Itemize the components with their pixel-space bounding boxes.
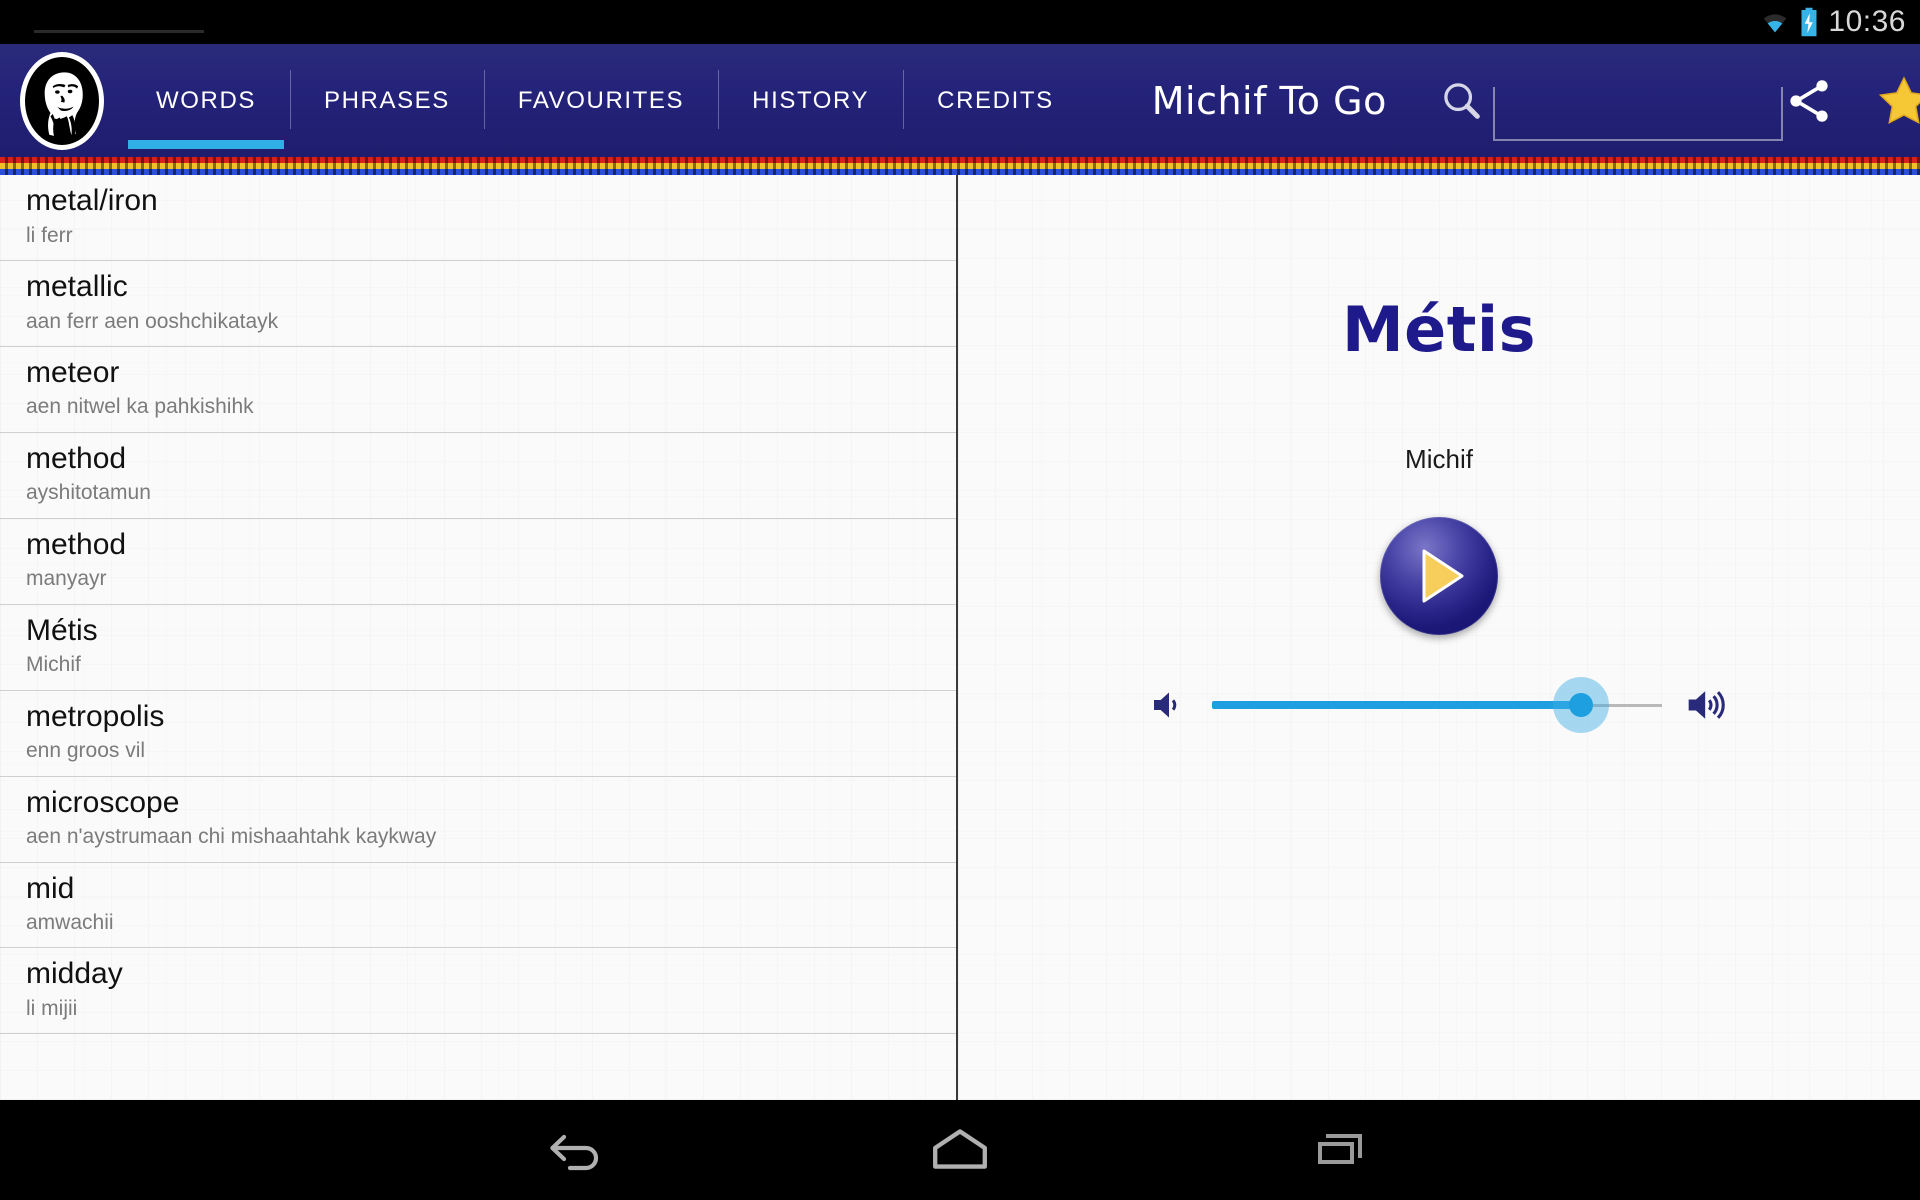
- word-detail-panel: Métis Michif: [958, 175, 1920, 1100]
- app-bar-actions: [1783, 74, 1920, 128]
- main-tabs: WORDS PHRASES FAVOURITES HISTORY CREDITS: [122, 44, 1088, 157]
- tab-words[interactable]: WORDS: [122, 44, 290, 157]
- word-list-item[interactable]: method manyayr: [0, 519, 956, 605]
- word-list-item[interactable]: method ayshitotamun: [0, 433, 956, 519]
- home-button[interactable]: [914, 1114, 1006, 1186]
- word-michif: enn groos vil: [26, 739, 146, 763]
- android-nav-bar: [0, 1100, 1920, 1200]
- volume-slider-thumb[interactable]: [1569, 693, 1593, 717]
- tab-phrases-label: PHRASES: [324, 86, 450, 114]
- android-screen: 10:36 WORDS PHRASES FAVOURITES HISTORY C…: [0, 0, 1920, 1200]
- play-triangle-icon: [1422, 549, 1464, 603]
- main-content: metal/iron li ferr metallic aan ferr aen oo…: [0, 175, 1920, 1100]
- search-input[interactable]: [1492, 86, 1783, 141]
- favourite-star-icon[interactable]: [1877, 74, 1920, 128]
- word-english: microscope: [26, 785, 180, 819]
- word-michif: li mijii: [26, 997, 78, 1021]
- search-icon[interactable]: [1439, 78, 1485, 124]
- volume-control-row: [1119, 677, 1759, 733]
- riel-portrait-icon: [44, 71, 83, 137]
- word-list-item[interactable]: metropolis enn groos vil: [0, 691, 956, 777]
- back-button[interactable]: [532, 1114, 624, 1186]
- volume-high-icon[interactable]: [1684, 683, 1730, 727]
- word-list-item[interactable]: metal/iron li ferr: [0, 175, 956, 261]
- word-english: Métis: [26, 613, 98, 647]
- word-michif: manyayr: [26, 567, 107, 591]
- word-english: method: [26, 441, 127, 475]
- word-michif: aan ferr aen ooshchikatayk: [26, 309, 279, 333]
- tab-words-label: WORDS: [156, 86, 256, 114]
- detail-word-title: Métis: [1341, 293, 1537, 366]
- tab-favourites-label: FAVOURITES: [517, 86, 685, 114]
- metis-portrait-logo[interactable]: [20, 51, 104, 150]
- volume-low-icon[interactable]: [1148, 685, 1190, 725]
- app-title: Michif To Go: [1151, 78, 1387, 123]
- word-list[interactable]: metal/iron li ferr metallic aan ferr aen oo…: [0, 175, 958, 1100]
- volume-slider[interactable]: [1212, 677, 1662, 733]
- word-michif: li ferr: [26, 223, 73, 247]
- word-english: method: [26, 527, 127, 561]
- app-header-bar: WORDS PHRASES FAVOURITES HISTORY CREDITS…: [0, 44, 1920, 157]
- word-list-item[interactable]: meteor aen nitwel ka pahkishihk: [0, 347, 956, 433]
- tab-credits[interactable]: CREDITS: [903, 44, 1088, 157]
- word-list-item[interactable]: Métis Michif: [0, 605, 956, 691]
- word-english: midday: [26, 957, 123, 991]
- share-icon[interactable]: [1783, 75, 1835, 127]
- word-english: metallic: [26, 269, 128, 303]
- play-audio-button[interactable]: [1380, 517, 1498, 635]
- tab-history[interactable]: HISTORY: [718, 44, 903, 157]
- logo-oval: [25, 56, 99, 145]
- tab-history-label: HISTORY: [752, 86, 870, 114]
- tab-phrases[interactable]: PHRASES: [290, 44, 484, 157]
- recents-icon: [1318, 1134, 1362, 1164]
- word-michif: aen n'aystrumaan chi mishaahtahk kaykway: [26, 825, 437, 849]
- recents-button[interactable]: [1296, 1114, 1388, 1186]
- word-michif: ayshitotamun: [26, 481, 151, 505]
- search-area: [1439, 61, 1783, 141]
- android-status-bar: 10:36: [0, 0, 1920, 44]
- word-michif: Michif: [26, 653, 81, 677]
- word-michif: aen nitwel ka pahkishihk: [26, 395, 254, 419]
- tab-credits-label: CREDITS: [937, 86, 1054, 114]
- wifi-icon: [1764, 14, 1787, 33]
- word-list-item[interactable]: midday li mijii: [0, 948, 956, 1035]
- word-list-item[interactable]: mid amwachii: [0, 863, 956, 949]
- word-english: metal/iron: [26, 184, 158, 217]
- word-michif: amwachii: [26, 911, 114, 935]
- word-english: mid: [26, 871, 75, 905]
- word-list-item[interactable]: microscope aen n'aystrumaan chi mishaahta…: [0, 777, 956, 863]
- home-icon: [933, 1129, 987, 1169]
- detail-translation: Michif: [1405, 444, 1473, 474]
- status-bar-clock: 10:36: [1828, 5, 1906, 38]
- word-english: metropolis: [26, 699, 165, 733]
- back-icon: [550, 1134, 599, 1171]
- word-english: meteor: [26, 355, 120, 389]
- tab-favourites[interactable]: FAVOURITES: [483, 44, 718, 157]
- status-bar-icons: 10:36: [1760, 5, 1906, 39]
- volume-slider-fill: [1212, 701, 1581, 709]
- word-list-item[interactable]: metallic aan ferr aen ooshchikatayk: [0, 261, 956, 347]
- status-bar-notification-placeholder: [34, 30, 204, 33]
- battery-charging-icon: [1801, 7, 1817, 37]
- metis-beadwork-divider: [0, 157, 1920, 175]
